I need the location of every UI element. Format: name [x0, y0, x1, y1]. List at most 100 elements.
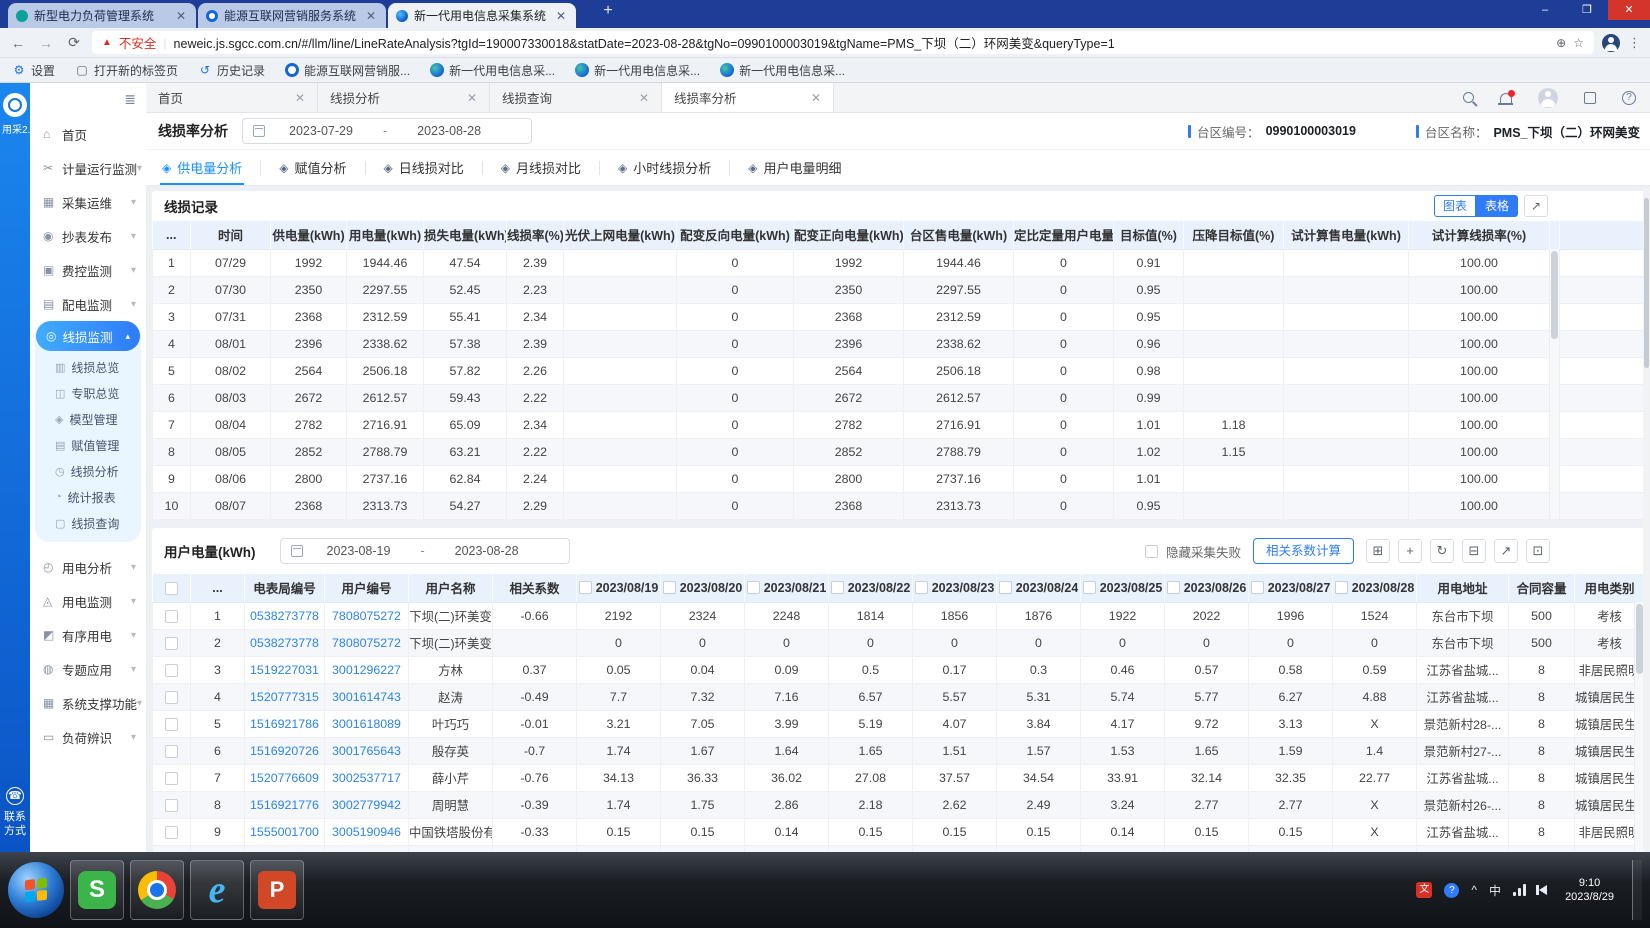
sidebar-submenu-item[interactable]: ▥ 线损总览	[35, 354, 141, 380]
fullscreen-table-icon[interactable]: ⊡	[1526, 539, 1550, 563]
user-no-link[interactable]: 3001765643	[325, 737, 409, 764]
address-bar[interactable]: ▲ 不安全 | neweic.js.sgcc.com.cn/#/llm/line…	[92, 31, 1594, 54]
subtab[interactable]: 供电量分析	[160, 150, 244, 185]
bookmark-item[interactable]: 新一代用电信息采...	[575, 62, 700, 79]
search-icon[interactable]	[1463, 92, 1474, 103]
save-icon[interactable]: ⊟	[1462, 539, 1486, 563]
browser-tab[interactable]: 新一代用电信息采集系统 ✕	[388, 3, 576, 28]
language-indicator[interactable]: 中	[1489, 882, 1501, 899]
network-icon[interactable]	[1513, 884, 1527, 896]
date-col-checkbox[interactable]	[831, 581, 844, 594]
user-no-link[interactable]: 3005190947	[325, 845, 409, 852]
bookmark-item[interactable]: 新一代用电信息采...	[720, 62, 845, 79]
row-checkbox[interactable]	[165, 610, 178, 623]
tray-help-icon[interactable]: ?	[1444, 883, 1459, 898]
start-button[interactable]	[8, 862, 64, 918]
add-icon[interactable]: +	[1398, 539, 1422, 563]
user-no-link[interactable]: 3001618089	[325, 710, 409, 737]
url-text[interactable]: neweic.js.sgcc.com.cn/#/llm/line/LineRat…	[174, 33, 1550, 52]
tab-close-icon[interactable]: ✕	[467, 91, 477, 105]
date-col-checkbox[interactable]	[1251, 581, 1264, 594]
sidebar-item[interactable]: ◬ 用电监测 ▾	[30, 584, 146, 618]
tab-close-icon[interactable]: ✕	[639, 91, 649, 105]
show-desktop-button[interactable]	[1632, 860, 1642, 920]
row-checkbox[interactable]	[165, 691, 178, 704]
sidebar-submenu-item[interactable]: ▢ 线损查询	[35, 510, 141, 536]
hide-failed-checkbox[interactable]	[1145, 545, 1158, 558]
sidebar-item[interactable]: ◩ 有序用电 ▾	[30, 618, 146, 652]
browser-tab[interactable]: 新型电力负荷管理系统 ✕	[8, 3, 196, 28]
taskbar-ie-button[interactable]: e	[190, 860, 244, 920]
scrollbar-thumb[interactable]	[1551, 251, 1558, 339]
new-tab-button[interactable]: +	[596, 2, 620, 20]
table-view-button[interactable]: 表格	[1476, 195, 1518, 217]
user-no-link[interactable]: 3002779942	[325, 791, 409, 818]
sidebar-submenu-item[interactable]: ◷ 线损分析	[35, 458, 141, 484]
taskbar-wps-button[interactable]: S	[70, 860, 124, 920]
meter-no-link[interactable]: 1519227031	[245, 656, 325, 683]
reload-button[interactable]: ⟳	[64, 34, 84, 51]
security-warning-text[interactable]: 不安全	[119, 33, 157, 52]
help-icon[interactable]: ?	[1622, 91, 1636, 105]
records-table-scrollbar[interactable]	[1549, 249, 1559, 519]
sidebar-item[interactable]: ▦ 系统支撑功能 ▾	[30, 686, 146, 720]
user-avatar[interactable]	[1538, 88, 1558, 108]
app-tab[interactable]: 线损分析 ✕	[318, 83, 490, 112]
minimize-button[interactable]: –	[1524, 0, 1566, 20]
bookmark-item[interactable]: 能源互联网营销服...	[285, 62, 410, 79]
bookmark-star-icon[interactable]: ☆	[1573, 36, 1584, 50]
row-checkbox[interactable]	[165, 745, 178, 758]
user-no-link[interactable]: 3001296227	[325, 656, 409, 683]
app-tab[interactable]: 线损率分析 ✕	[662, 83, 834, 112]
volume-icon[interactable]	[1539, 885, 1547, 895]
date-range-picker[interactable]: 2023-07-29 - 2023-08-28	[242, 118, 532, 144]
tab-close-icon[interactable]: ✕	[295, 91, 305, 105]
scrollbar-thumb[interactable]	[1644, 198, 1649, 368]
date-col-checkbox[interactable]	[747, 581, 760, 594]
row-checkbox[interactable]	[165, 826, 178, 839]
app-tab[interactable]: 线损查询 ✕	[490, 83, 662, 112]
ime-icon[interactable]: 文	[1416, 882, 1432, 898]
sidebar-item[interactable]: ⌂ 首页	[30, 117, 146, 151]
sidebar-item[interactable]: ▦ 采集运维 ▾	[30, 185, 146, 219]
maximize-button[interactable]: ❐	[1566, 0, 1608, 20]
zoom-icon[interactable]: ⊕	[1556, 36, 1566, 50]
meter-no-link[interactable]: 1555001700	[245, 818, 325, 845]
notification-bell-icon[interactable]	[1500, 93, 1512, 103]
meter-no-link[interactable]: 1520777315	[245, 683, 325, 710]
date-col-checkbox[interactable]	[1335, 581, 1348, 594]
sidebar-item[interactable]: ◍ 专题应用 ▾	[30, 652, 146, 686]
meter-no-link[interactable]: 0538273778	[245, 602, 325, 629]
tab-close-icon[interactable]: ✕	[174, 9, 188, 23]
user-no-link[interactable]: 3002537717	[325, 764, 409, 791]
date-col-checkbox[interactable]	[1167, 581, 1180, 594]
date-col-checkbox[interactable]	[579, 581, 592, 594]
meter-no-link[interactable]: 1555001701	[245, 845, 325, 852]
correlation-calc-button[interactable]: 相关系数计算	[1253, 538, 1354, 564]
sidebar-item[interactable]: ◴ 用电分析 ▾	[30, 550, 146, 584]
sidebar-submenu-item[interactable]: ▤ 赋值管理	[35, 432, 141, 458]
column-settings-icon[interactable]: ⊞	[1366, 539, 1390, 563]
bookmark-item[interactable]: ⚙ 设置	[12, 62, 55, 79]
fullscreen-icon[interactable]	[1584, 92, 1596, 104]
browser-tab[interactable]: 能源互联网营销服务系统 ✕	[198, 3, 386, 28]
app-tab[interactable]: 首页 ✕	[146, 83, 318, 112]
sidebar-submenu-item[interactable]: ◔ 统计报表	[35, 484, 141, 510]
bookmark-item[interactable]: 新一代用电信息采...	[430, 62, 555, 79]
subtab[interactable]: 月线损对比	[499, 150, 583, 185]
user-no-link[interactable]: 7808075272	[325, 629, 409, 656]
sidebar-collapse-icon[interactable]: ≣	[124, 91, 136, 108]
taskbar-chrome-button[interactable]	[130, 860, 184, 920]
user-date-range-picker[interactable]: 2023-08-19 - 2023-08-28	[280, 538, 570, 564]
row-checkbox[interactable]	[165, 637, 178, 650]
browser-menu-icon[interactable]: ⋮	[1628, 35, 1642, 51]
subtab[interactable]: 赋值分析	[277, 150, 348, 185]
row-checkbox[interactable]	[165, 799, 178, 812]
sidebar-item[interactable]: ▣ 费控监测 ▾	[30, 253, 146, 287]
chart-view-button[interactable]: 图表	[1434, 195, 1476, 217]
export-icon[interactable]: ↗	[1494, 539, 1518, 563]
bookmark-item[interactable]: ↺ 历史记录	[198, 62, 265, 79]
tray-expand-icon[interactable]: ^	[1471, 883, 1477, 897]
meter-no-link[interactable]: 0538273778	[245, 629, 325, 656]
meter-no-link[interactable]: 1516921776	[245, 791, 325, 818]
